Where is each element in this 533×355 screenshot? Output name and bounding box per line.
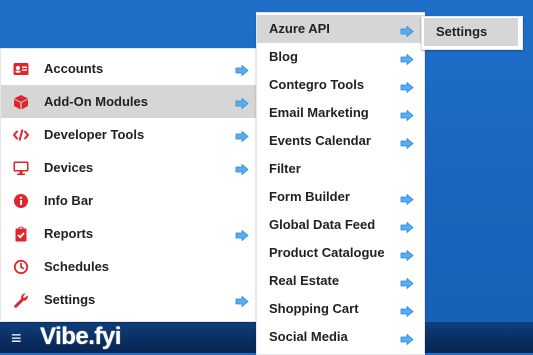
submenu-arrow-icon [400,108,414,122]
submenu-arrow-icon [400,80,414,94]
azure-menu-item-settings[interactable]: Settings [424,18,518,46]
submenu-arrow-icon [235,294,249,308]
submenu-arrow-icon [400,220,414,234]
addon-menu-item-azure-api[interactable]: Azure API [257,15,424,43]
addon-menu-item-global-data-feed[interactable]: Global Data Feed [257,211,424,239]
addon-menu-item-shopping-cart[interactable]: Shopping Cart [257,295,424,323]
addon-menu-item-real-estate[interactable]: Real Estate [257,267,424,295]
clock-icon [13,259,29,275]
addon-menu-item-product-catalogue[interactable]: Product Catalogue [257,239,424,267]
main-menu-item-label: Accounts [44,61,104,76]
addon-menu-item-label: Real Estate [269,273,340,288]
main-menu-item-reports[interactable]: Reports [1,217,257,250]
submenu-arrow-icon [235,228,249,242]
addon-menu-item-label: Email Marketing [269,105,369,120]
main-menu-item-label: Reports [44,226,94,241]
addon-menu-item-label: Filter [269,161,301,176]
vibe-logo[interactable]: Vibe.fyi [40,324,121,350]
info-circle-icon [13,193,29,209]
addon-menu-item-label: Contegro Tools [269,77,365,92]
addon-menu-item-filter[interactable]: Filter [257,155,424,183]
main-menu-item-label: Developer Tools [44,127,145,142]
main-menu-item-label: Add-On Modules [44,94,148,109]
submenu-arrow-icon [235,129,249,143]
code-icon [13,127,29,143]
addon-menu-item-label: Blog [269,49,298,64]
main-menu-item-label: Info Bar [44,193,94,208]
addon-menu-item-label: Product Catalogue [269,245,385,260]
hamburger-menu-icon[interactable]: ≡ [11,329,22,347]
submenu-arrow-icon [400,276,414,290]
main-menu-item-devices[interactable]: Devices [1,151,257,184]
main-menu-item-label: Settings [44,292,96,307]
wrench-icon [13,292,29,308]
main-menu-item-info-bar[interactable]: Info Bar [1,184,257,217]
addon-menu-item-label: Form Builder [269,189,350,204]
addon-menu-item-form-builder[interactable]: Form Builder [257,183,424,211]
submenu-arrow-icon [400,332,414,346]
addon-menu-item-label: Shopping Cart [269,301,359,316]
main-menu-item-developer-tools[interactable]: Developer Tools [1,118,257,151]
addon-menu-item-blog[interactable]: Blog [257,43,424,71]
main-menu: Accounts Add-On Modules Developer Tools Dev… [0,48,258,322]
addon-menu-item-social-media[interactable]: Social Media [257,323,424,351]
main-menu-item-label: Schedules [44,259,110,274]
submenu-arrow-icon [235,96,249,110]
id-card-icon [13,61,29,77]
add-on-modules-submenu: Azure API Blog Contegro Tools Email Marketi… [256,12,425,355]
addon-menu-item-label: Social Media [269,329,348,344]
addon-menu-item-email-marketing[interactable]: Email Marketing [257,99,424,127]
submenu-arrow-icon [235,63,249,77]
main-menu-item-schedules[interactable]: Schedules [1,250,257,283]
submenu-arrow-icon [235,162,249,176]
addon-menu-item-label: Events Calendar [269,133,371,148]
addon-menu-item-contegro-tools[interactable]: Contegro Tools [257,71,424,99]
main-menu-item-label: Devices [44,160,94,175]
submenu-arrow-icon [400,136,414,150]
addon-menu-item-events-calendar[interactable]: Events Calendar [257,127,424,155]
main-menu-item-accounts[interactable]: Accounts [1,52,257,85]
submenu-arrow-icon [400,192,414,206]
azure-api-submenu: Settings [421,16,523,50]
submenu-arrow-icon [400,52,414,66]
clipboard-check-icon [13,226,29,242]
monitor-icon [13,160,29,176]
main-menu-item-settings[interactable]: Settings [1,283,257,316]
azure-menu-item-label: Settings [436,24,488,39]
submenu-arrow-icon [400,24,414,38]
addon-menu-item-label: Global Data Feed [269,217,376,232]
submenu-arrow-icon [400,248,414,262]
addon-menu-item-label: Azure API [269,21,330,36]
submenu-arrow-icon [400,304,414,318]
cube-icon [13,94,29,110]
main-menu-item-add-on-modules[interactable]: Add-On Modules [1,85,257,118]
